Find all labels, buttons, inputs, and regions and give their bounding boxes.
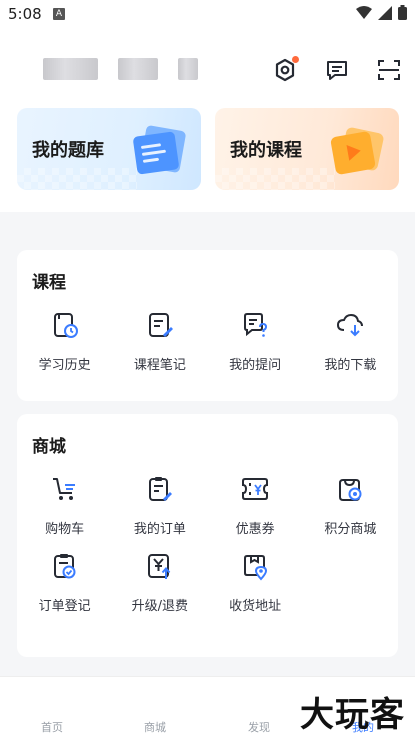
section-title: 课程 xyxy=(32,273,66,293)
upgrade-refund-item[interactable]: 升级/退费 xyxy=(112,551,207,614)
tab-discover[interactable]: 发现 xyxy=(229,719,289,735)
my-course-card[interactable]: 我的课程 xyxy=(215,108,399,190)
study-history-item[interactable]: 学习历史 xyxy=(17,310,112,373)
message-icon xyxy=(327,61,347,80)
card-title: 我的课程 xyxy=(230,140,302,161)
message-button[interactable] xyxy=(323,56,351,84)
upgrade-icon xyxy=(147,554,171,579)
grid-label: 我的提问 xyxy=(229,358,282,373)
grid-label: 订单登记 xyxy=(38,599,91,614)
coupon-item[interactable]: 优惠券 xyxy=(208,474,303,537)
order-icon xyxy=(148,477,172,501)
blur-block xyxy=(43,58,98,80)
grid-label: 我的订单 xyxy=(133,522,186,537)
wifi-icon xyxy=(356,5,372,19)
notification-icon: A xyxy=(53,8,65,20)
question-bank-card[interactable]: 我的题库 xyxy=(17,108,201,190)
scan-button[interactable] xyxy=(375,56,403,84)
grid-label: 积分商城 xyxy=(324,522,377,537)
course-notes-item[interactable]: 课程笔记 xyxy=(112,310,207,373)
points-mall-item[interactable]: 积分商城 xyxy=(303,474,398,537)
order-register-item[interactable]: 订单登记 xyxy=(17,551,112,614)
grid-label: 我的下载 xyxy=(324,358,377,373)
status-bar: 5:08 A xyxy=(0,0,415,30)
register-icon xyxy=(53,554,76,579)
folder-icon xyxy=(133,125,186,175)
grid-label: 收货地址 xyxy=(229,599,282,614)
tab-mall[interactable]: 商城 xyxy=(125,719,185,735)
signal-icon xyxy=(378,5,392,20)
watermark-text: 大玩客 xyxy=(300,695,405,735)
my-questions-item[interactable]: 我的提问 xyxy=(208,310,303,373)
question-icon xyxy=(244,313,268,337)
settings-button[interactable] xyxy=(271,56,299,84)
grid-label: 购物车 xyxy=(45,522,85,537)
mall-section: 商城 购物车 我的订单 优惠券 积分商城 订单登记 升级/退费 收货地址 xyxy=(17,414,398,657)
coupon-icon xyxy=(242,478,269,500)
tab-home[interactable]: 首页 xyxy=(22,719,82,735)
card-pattern xyxy=(17,168,137,190)
username-blurred xyxy=(43,58,198,82)
notification-dot xyxy=(292,56,299,63)
shipping-address-item[interactable]: 收货地址 xyxy=(208,551,303,614)
blur-block xyxy=(118,58,158,80)
course-section: 课程 学习历史 课程笔记 我的提问 我的下载 xyxy=(17,250,398,401)
download-icon xyxy=(337,313,364,337)
points-icon xyxy=(339,479,362,501)
cart-icon xyxy=(52,478,75,500)
status-icons xyxy=(356,5,407,20)
grid-label: 学习历史 xyxy=(38,358,91,373)
address-icon xyxy=(244,555,268,581)
grid-label: 升级/退费 xyxy=(131,599,189,614)
grid-label: 课程笔记 xyxy=(133,358,186,373)
mall-grid: 购物车 我的订单 优惠券 积分商城 订单登记 升级/退费 收货地址 xyxy=(17,474,398,614)
card-pattern xyxy=(215,168,335,190)
cart-item[interactable]: 购物车 xyxy=(17,474,112,537)
play-icon xyxy=(330,127,384,175)
status-time: 5:08 xyxy=(8,5,42,23)
battery-icon xyxy=(398,5,407,20)
header-icons xyxy=(271,56,403,84)
my-downloads-item[interactable]: 我的下载 xyxy=(303,310,398,373)
scan-icon xyxy=(378,60,400,80)
blur-block xyxy=(178,58,198,80)
grid-label: 优惠券 xyxy=(235,522,275,537)
course-grid: 学习历史 课程笔记 我的提问 我的下载 xyxy=(17,310,398,373)
section-title: 商城 xyxy=(32,437,66,457)
history-icon xyxy=(53,313,78,338)
card-title: 我的题库 xyxy=(32,140,104,161)
note-icon xyxy=(148,313,173,337)
my-orders-item[interactable]: 我的订单 xyxy=(112,474,207,537)
